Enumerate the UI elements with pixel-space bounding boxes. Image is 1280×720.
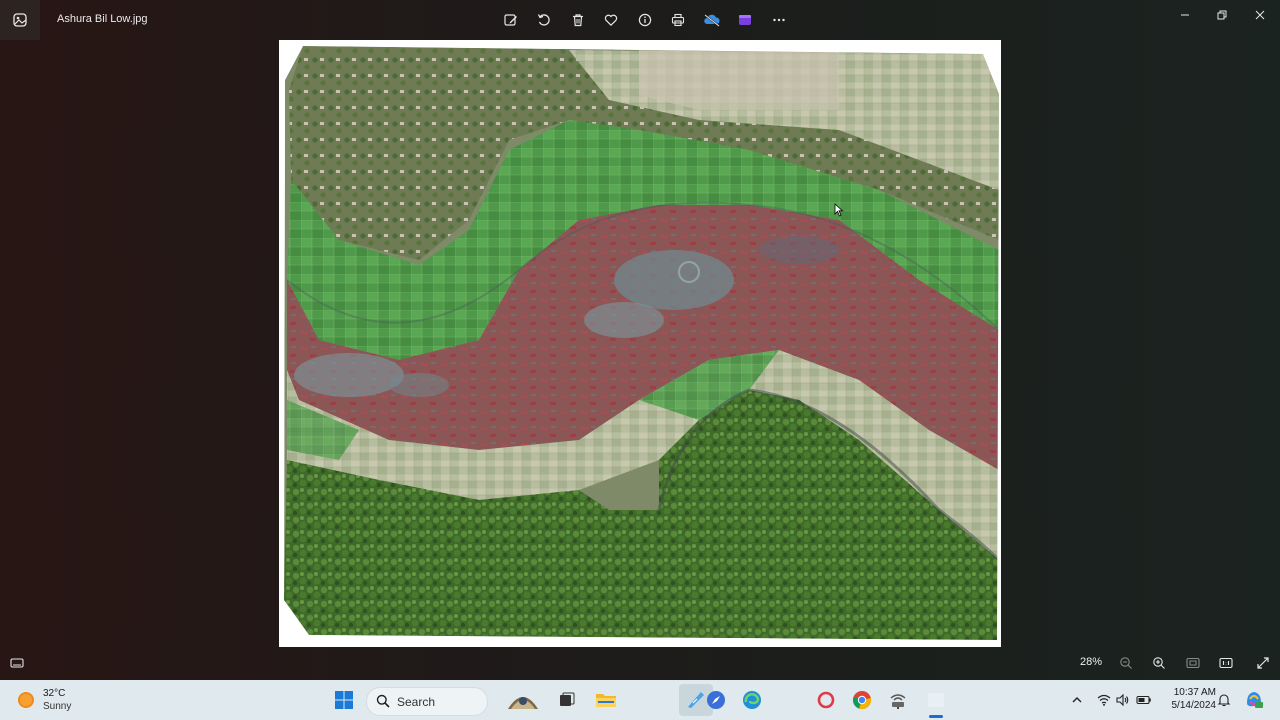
delete-button[interactable] <box>561 8 595 32</box>
battery-icon <box>1136 695 1151 705</box>
onedrive-button[interactable] <box>695 8 729 32</box>
image-toolbar <box>494 8 796 32</box>
photos-app-icon <box>928 693 944 707</box>
safari-compass-button[interactable] <box>700 684 732 716</box>
filmstrip-icon <box>10 658 24 668</box>
windows-taskbar: 32°C Sunny Search 10:37 AM 5/14/2024 <box>0 680 1280 720</box>
chrome-browser-button[interactable] <box>846 684 878 716</box>
close-icon <box>1255 10 1265 20</box>
clock-time: 10:37 AM <box>1173 687 1216 698</box>
filmstrip-button[interactable] <box>7 653 27 673</box>
more-options-button[interactable] <box>762 8 796 32</box>
favorite-button[interactable] <box>595 8 629 32</box>
zoom-in-icon <box>1153 657 1165 669</box>
speaker-icon <box>1116 694 1129 706</box>
edge-browser-button[interactable] <box>736 684 768 716</box>
more-options-icon <box>773 18 785 22</box>
fit-to-window-icon <box>1186 657 1200 669</box>
opera-icon <box>817 691 835 709</box>
print-button[interactable] <box>662 8 696 32</box>
zoom-out-button[interactable] <box>1116 653 1136 673</box>
search-placeholder: Search <box>397 695 436 709</box>
clipchamp-icon <box>739 15 752 25</box>
weather-widget[interactable]: 32°C Sunny <box>16 686 106 714</box>
weather-temperature: 32°C <box>43 688 66 699</box>
opera-browser-button[interactable] <box>810 684 842 716</box>
chevron-up-icon <box>1072 697 1082 703</box>
copilot-icon <box>1247 692 1263 708</box>
aerial-orthomosaic-photo <box>279 40 1001 647</box>
delete-icon <box>572 14 583 27</box>
weather-condition: Sunny <box>43 701 72 712</box>
restore-icon <box>1217 10 1227 20</box>
taskbar-clock[interactable]: 10:37 AM 5/14/2024 <box>1160 686 1217 712</box>
favorite-icon <box>605 14 618 27</box>
sun-icon <box>18 692 34 708</box>
show-hidden-icons-button[interactable] <box>1069 692 1085 708</box>
minimize-button[interactable] <box>1166 0 1204 30</box>
photos-app-icon[interactable] <box>0 0 40 40</box>
router-icon <box>890 694 906 709</box>
actual-size-button[interactable] <box>1216 653 1236 673</box>
fit-to-window-button[interactable] <box>1183 653 1203 673</box>
network-app-button[interactable] <box>882 684 914 716</box>
search-icon <box>376 694 390 708</box>
fullscreen-icon <box>1257 657 1269 669</box>
clock-date: 5/14/2024 <box>1171 700 1217 711</box>
zoom-out-icon <box>1120 657 1132 669</box>
edit-image-button[interactable] <box>494 8 528 32</box>
compass-icon <box>707 691 725 709</box>
battery-button[interactable] <box>1136 692 1152 708</box>
windows-logo-icon <box>335 691 353 709</box>
edit-image-icon <box>504 14 517 26</box>
taskbar-search-box[interactable]: Search <box>366 687 538 716</box>
chrome-icon <box>852 691 872 710</box>
edge-icon <box>743 691 761 709</box>
photos-taskbar-button[interactable] <box>920 684 952 716</box>
actual-size-icon <box>1219 657 1233 669</box>
task-view-icon <box>560 692 575 706</box>
zoom-level[interactable]: 28% <box>1080 656 1102 668</box>
zoom-in-button[interactable] <box>1149 653 1169 673</box>
file-explorer-icon <box>596 694 616 707</box>
fullscreen-button[interactable] <box>1253 653 1273 673</box>
task-view-button[interactable] <box>551 684 583 716</box>
minimize-icon <box>1181 14 1189 16</box>
onedrive-icon <box>703 14 720 27</box>
file-explorer-button[interactable] <box>590 684 622 716</box>
notifications-button[interactable] <box>1216 692 1232 708</box>
wifi-button[interactable] <box>1096 692 1112 708</box>
viewer-status-bar: 28% <box>0 648 1280 678</box>
photos-icon <box>13 13 27 27</box>
rotate-icon <box>538 14 550 26</box>
active-app-indicator <box>929 715 943 718</box>
title-bar: Ashura Bil Low.jpg <box>0 0 1280 40</box>
photo-viewer-image[interactable] <box>279 40 1001 647</box>
start-button[interactable] <box>328 684 360 716</box>
clipchamp-button[interactable] <box>729 8 763 32</box>
close-button[interactable] <box>1241 0 1279 30</box>
mouse-pointer-icon <box>834 203 844 222</box>
volume-button[interactable] <box>1115 692 1131 708</box>
wifi-icon <box>1097 694 1111 706</box>
print-icon <box>672 13 685 27</box>
rotate-button[interactable] <box>528 8 562 32</box>
window-title: Ashura Bil Low.jpg <box>57 13 148 25</box>
info-button[interactable] <box>628 8 662 32</box>
search-highlight-icon <box>508 697 538 709</box>
copilot-button[interactable] <box>1244 689 1264 709</box>
notification-bell-icon <box>1217 694 1231 707</box>
info-icon <box>638 13 651 27</box>
restore-button[interactable] <box>1203 0 1241 30</box>
